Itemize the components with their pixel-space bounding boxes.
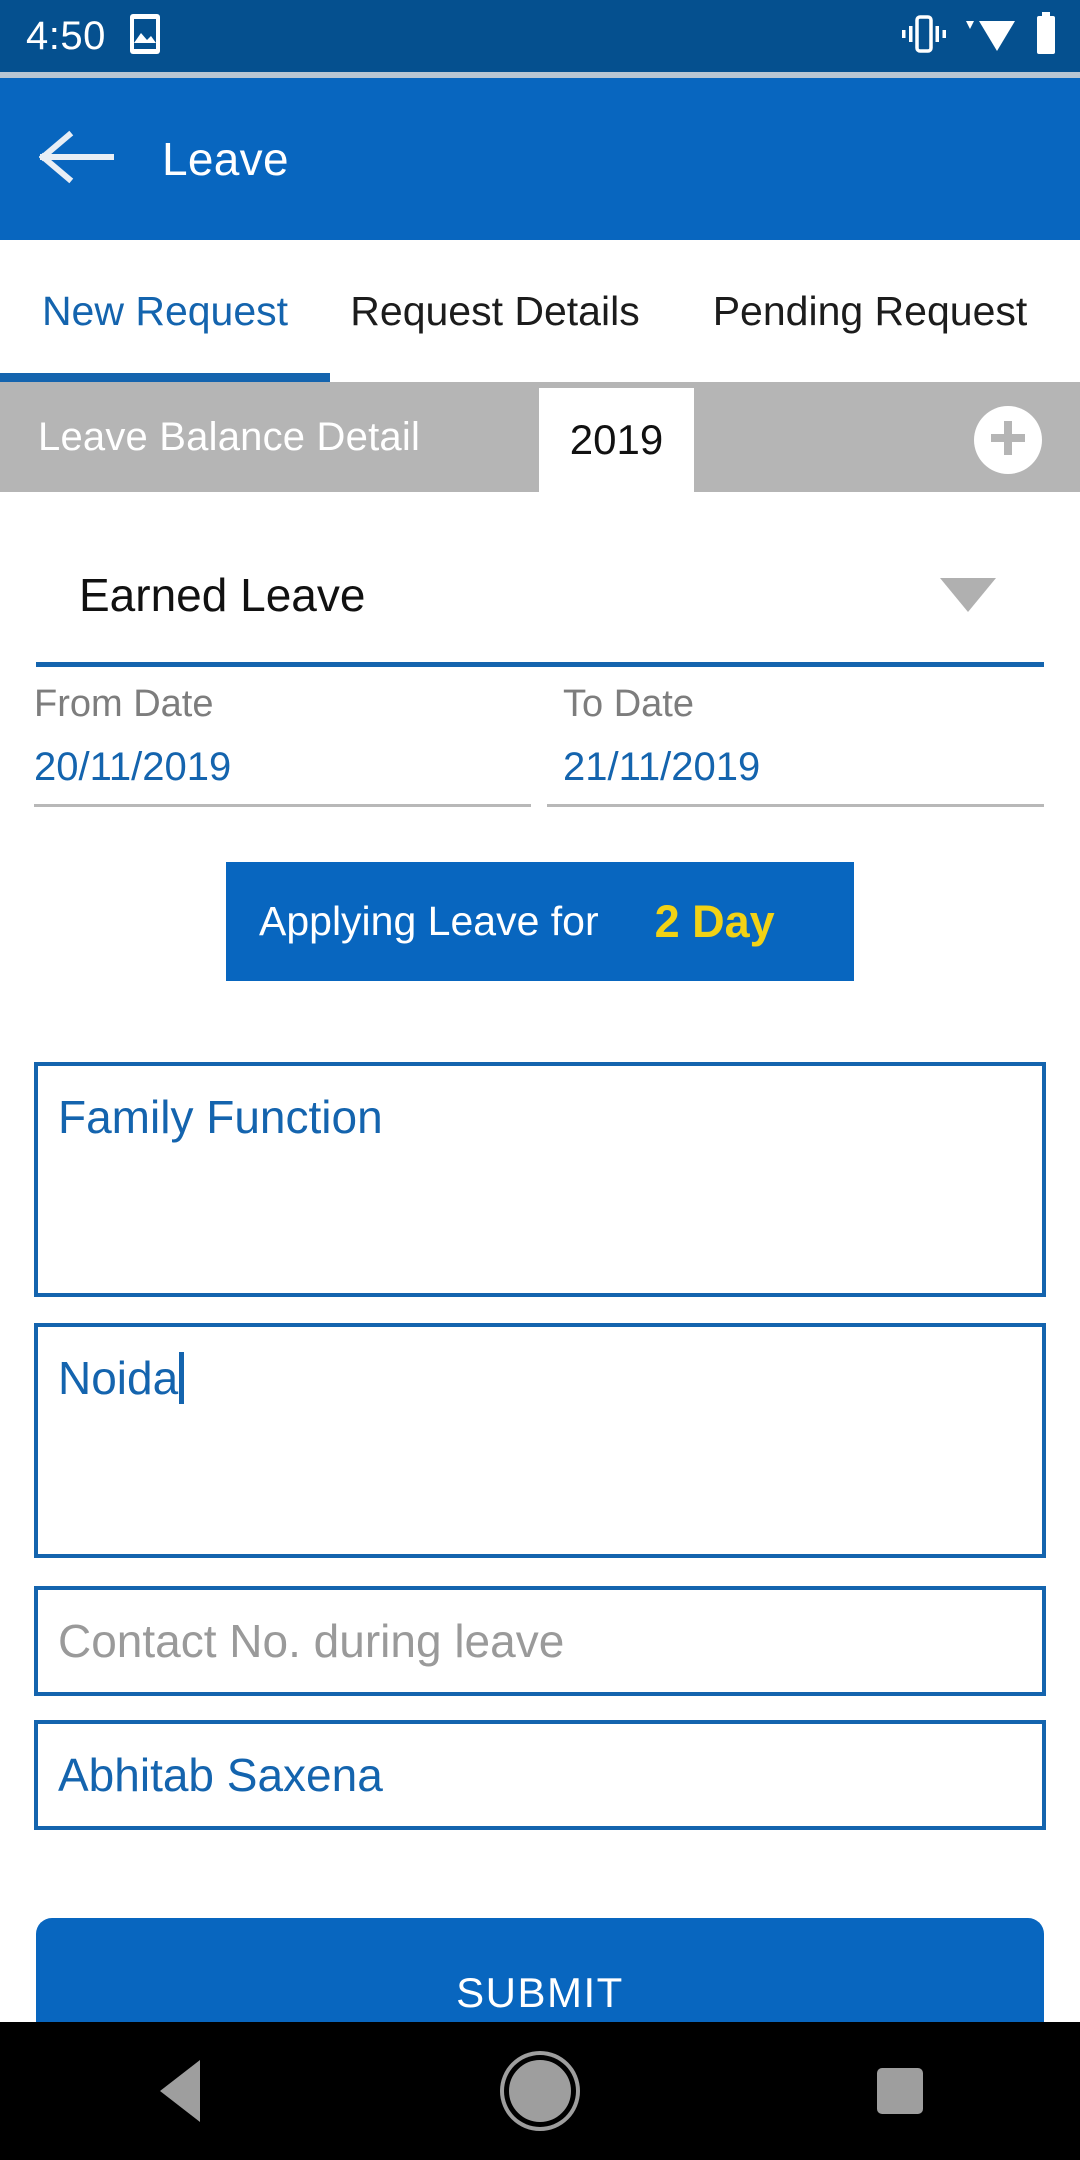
square-recents-icon <box>877 2068 923 2114</box>
status-clock: 4:50 <box>26 14 106 58</box>
from-date-field[interactable]: From Date 20/11/2019 <box>34 683 531 807</box>
android-navigation-bar <box>0 2022 1080 2160</box>
status-bar: 4:50 <box>0 0 1080 72</box>
text-cursor <box>179 1352 185 1404</box>
status-notification-icons <box>128 13 162 60</box>
tab-pending-request[interactable]: Pending Request <box>660 240 1080 382</box>
to-date-field[interactable]: To Date 21/11/2019 <box>547 683 1044 807</box>
back-button[interactable] <box>22 129 132 190</box>
chevron-down-icon <box>940 577 996 612</box>
vibrate-icon <box>900 12 948 61</box>
year-value: 2019 <box>569 416 664 463</box>
add-leave-button[interactable] <box>974 406 1042 474</box>
name-input[interactable]: Abhitab Saxena <box>34 1720 1046 1830</box>
tab-request-details[interactable]: Request Details <box>330 240 660 382</box>
plus-circle-icon <box>986 416 1030 465</box>
name-value: Abhitab Saxena <box>58 1748 383 1801</box>
tab-new-request[interactable]: New Request <box>0 240 330 382</box>
nav-home-button[interactable] <box>450 2022 630 2160</box>
phone-screen: 4:50 Leave New Request Request Details P… <box>0 0 1080 2160</box>
applying-leave-text: Applying Leave for <box>259 898 599 944</box>
year-selector[interactable]: 2019 <box>539 388 694 492</box>
image-icon <box>128 13 162 60</box>
leave-balance-bar: Leave Balance Detail 2019 <box>0 382 1080 492</box>
reason-textarea[interactable]: Family Function <box>34 1062 1046 1297</box>
leave-type-value: Earned Leave <box>79 568 366 621</box>
wifi-icon <box>962 13 1020 60</box>
battery-icon <box>1034 11 1058 61</box>
leave-type-dropdown[interactable]: Earned Leave <box>36 527 1044 667</box>
to-date-label: To Date <box>563 683 694 725</box>
from-date-label: From Date <box>34 683 214 725</box>
arrow-left-icon <box>38 129 115 190</box>
address-value-wrap: Noida <box>38 1327 1042 1405</box>
address-value: Noida <box>58 1352 179 1404</box>
applying-leave-banner: Applying Leave for 2 Day <box>226 862 854 981</box>
page-title: Leave <box>162 133 289 185</box>
nav-back-button[interactable] <box>90 2022 270 2160</box>
applying-leave-days: 2 Day <box>654 895 775 947</box>
address-textarea[interactable]: Noida <box>34 1323 1046 1558</box>
date-range-row: From Date 20/11/2019 To Date 21/11/2019 <box>34 683 1044 807</box>
tab-bar: New Request Request Details Pending Requ… <box>0 240 1080 382</box>
app-bar: Leave <box>0 78 1080 240</box>
triangle-back-icon <box>160 2060 200 2122</box>
to-date-value: 21/11/2019 <box>563 745 761 789</box>
contact-number-placeholder: Contact No. during leave <box>58 1614 565 1667</box>
circle-home-icon <box>509 2060 571 2122</box>
status-system-icons <box>900 11 1058 61</box>
reason-value: Family Function <box>58 1091 383 1143</box>
from-date-value: 20/11/2019 <box>34 745 232 789</box>
leave-balance-label: Leave Balance Detail <box>38 414 421 459</box>
contact-number-input[interactable]: Contact No. during leave <box>34 1586 1046 1696</box>
nav-recents-button[interactable] <box>810 2022 990 2160</box>
